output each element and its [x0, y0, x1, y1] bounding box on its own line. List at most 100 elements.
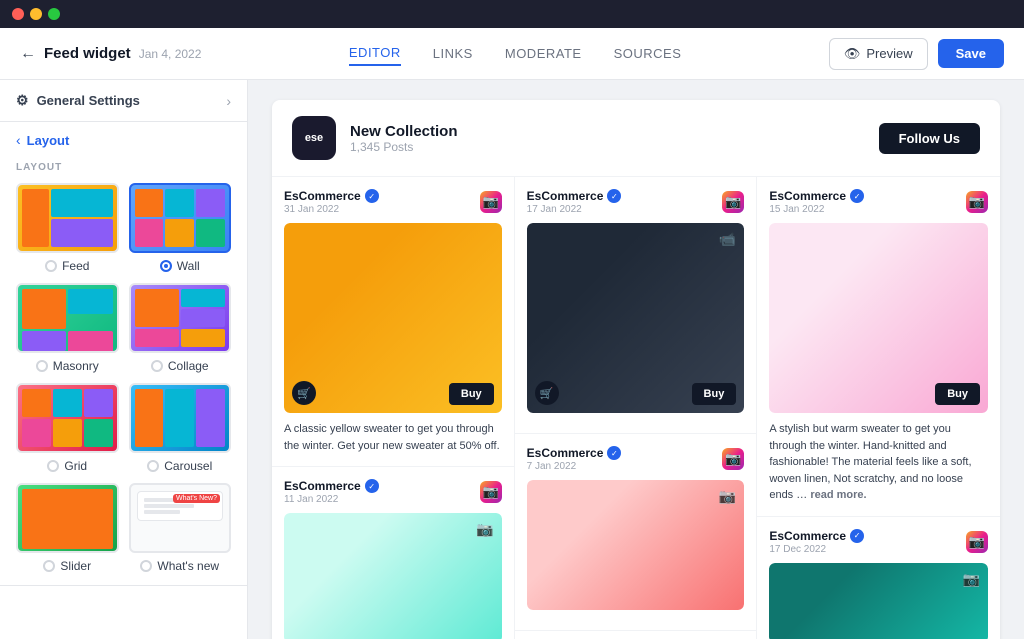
chevron-left-icon: ‹ [16, 132, 21, 148]
radio-carousel [147, 460, 159, 472]
post-author-row: EsCommerce ✓ [527, 189, 622, 203]
close-button[interactable] [12, 8, 24, 20]
layout-name-carousel: Carousel [147, 459, 212, 473]
app-header: ← Feed widget Jan 4, 2022 EDITOR LINKS M… [0, 28, 1024, 80]
camera-icon: 📷 [719, 488, 736, 505]
post-image: 📷 [527, 480, 745, 610]
posts-grid: EsCommerce ✓ 31 Jan 2022 📷 🛒 Buy [272, 177, 1000, 639]
cart-icon[interactable]: 🛒 [535, 381, 559, 405]
post-author: EsCommerce [527, 446, 604, 460]
maximize-button[interactable] [48, 8, 60, 20]
buy-button[interactable]: Buy [935, 383, 980, 405]
instagram-icon: 📷 [722, 191, 744, 213]
layout-section: ‹ Layout LAYOUT Feed [0, 122, 247, 586]
post-header: EsCommerce ✓ 31 Jan 2022 📷 [284, 189, 502, 215]
layout-back-label: Layout [27, 133, 70, 148]
layout-item-feed[interactable]: Feed [16, 183, 119, 273]
layout-thumb-wall [129, 183, 232, 253]
layout-item-carousel[interactable]: Carousel [129, 383, 232, 473]
buy-button[interactable]: Buy [692, 383, 737, 405]
layout-item-slider[interactable]: Slider [16, 483, 119, 573]
post-header: EsCommerce ✓ 17 Jan 2022 📷 [527, 189, 745, 215]
verified-badge: ✓ [607, 446, 621, 460]
widget-preview: ese New Collection 1,345 Posts Follow Us [272, 100, 1000, 639]
post-column-1: EsCommerce ✓ 17 Jan 2022 📷 📹 🛒 Buy [515, 177, 758, 639]
layout-name-whatsnew: What's new [140, 559, 219, 573]
layout-thumb-grid [16, 383, 119, 453]
post-author: EsCommerce [284, 189, 361, 203]
layout-name-feed: Feed [45, 259, 89, 273]
eye-icon: 👁 [844, 46, 861, 62]
post-card: EsCommerce ✓ 7 Jan 2022 📷 📷 [515, 434, 757, 631]
layout-item-masonry[interactable]: Masonry [16, 283, 119, 373]
gear-icon: ⚙ [16, 92, 29, 109]
layout-thumb-masonry [16, 283, 119, 353]
layout-item-collage[interactable]: Collage [129, 283, 232, 373]
follow-button[interactable]: Follow Us [879, 123, 980, 154]
instagram-icon: 📷 [966, 531, 988, 553]
nav-links[interactable]: LINKS [433, 42, 473, 65]
chevron-right-icon: › [226, 93, 231, 109]
post-text: A stylish but warm sweater to get you th… [769, 421, 988, 504]
save-button[interactable]: Save [938, 39, 1004, 68]
post-author: EsCommerce [284, 479, 361, 493]
radio-wall [160, 260, 172, 272]
layout-section-label: LAYOUT [16, 158, 231, 173]
buy-button[interactable]: Buy [449, 383, 494, 405]
preview-button[interactable]: 👁 Preview [829, 38, 928, 70]
post-image: 📹 🛒 Buy [527, 223, 745, 413]
layout-thumb-collage [129, 283, 232, 353]
post-header: EsCommerce ✓ 7 Jan 2022 📷 [527, 446, 745, 472]
post-header: EsCommerce ✓ 15 Jan 2022 📷 [769, 189, 988, 215]
radio-collage [151, 360, 163, 372]
widget-header: ese New Collection 1,345 Posts Follow Us [272, 100, 1000, 177]
brand-posts: 1,345 Posts [350, 140, 865, 154]
layout-item-wall[interactable]: Wall [129, 183, 232, 273]
post-author-row: EsCommerce ✓ [769, 529, 864, 543]
nav-moderate[interactable]: MODERATE [505, 42, 582, 65]
post-author-row: EsCommerce ✓ [284, 189, 379, 203]
back-button[interactable]: ← [20, 45, 36, 63]
main-content: ese New Collection 1,345 Posts Follow Us [248, 80, 1024, 639]
verified-badge: ✓ [607, 189, 621, 203]
camera-icon: 📷 [476, 521, 493, 538]
post-column-0: EsCommerce ✓ 31 Jan 2022 📷 🛒 Buy [272, 177, 515, 639]
post-image: 📷 [284, 513, 502, 639]
app-body: ⚙ General Settings › ‹ Layout LAYOUT [0, 80, 1024, 639]
layout-back-row[interactable]: ‹ Layout [16, 132, 231, 148]
instagram-icon: 📷 [722, 448, 744, 470]
layout-item-whatsnew[interactable]: What's New? What's new [129, 483, 232, 573]
sidebar: ⚙ General Settings › ‹ Layout LAYOUT [0, 80, 248, 639]
post-date: 31 Jan 2022 [284, 204, 379, 215]
read-more-link[interactable]: read more. [810, 489, 866, 501]
nav-editor[interactable]: EDITOR [349, 41, 401, 66]
layout-item-grid[interactable]: Grid [16, 383, 119, 473]
minimize-button[interactable] [30, 8, 42, 20]
radio-grid [47, 460, 59, 472]
layout-thumb-carousel [129, 383, 232, 453]
page-title: Feed widget [44, 45, 131, 62]
post-image: 🛒 Buy [284, 223, 502, 413]
general-settings-label: ⚙ General Settings [16, 92, 140, 109]
general-settings-row[interactable]: ⚙ General Settings › [16, 92, 231, 109]
whatsnew-badge: What's New? [173, 494, 220, 503]
nav-sources[interactable]: SOURCES [614, 42, 682, 65]
post-card: EsCommerce ✓ 17 Jan 2022 📷 📹 🛒 Buy [515, 177, 757, 434]
layout-name-grid: Grid [47, 459, 87, 473]
post-image: 📷 [769, 563, 988, 639]
post-header: EsCommerce ✓ 17 Dec 2022 📷 [769, 529, 988, 555]
brand-logo: ese [292, 116, 336, 160]
post-author-row: EsCommerce ✓ [284, 479, 379, 493]
brand-info: New Collection 1,345 Posts [350, 123, 865, 154]
post-card: EsCommerce ✓ 15 Jan 2022 📷 Buy [757, 177, 1000, 517]
radio-masonry [36, 360, 48, 372]
post-text: A classic yellow sweater to get you thro… [284, 421, 502, 454]
post-image: Buy [769, 223, 988, 413]
layout-thumb-slider [16, 483, 119, 553]
cart-icon[interactable]: 🛒 [292, 381, 316, 405]
header-actions: 👁 Preview Save [829, 38, 1004, 70]
instagram-icon: 📷 [480, 191, 502, 213]
title-bar [0, 0, 1024, 28]
post-header: EsCommerce ✓ 11 Jan 2022 📷 [284, 479, 502, 505]
layout-name-collage: Collage [151, 359, 209, 373]
